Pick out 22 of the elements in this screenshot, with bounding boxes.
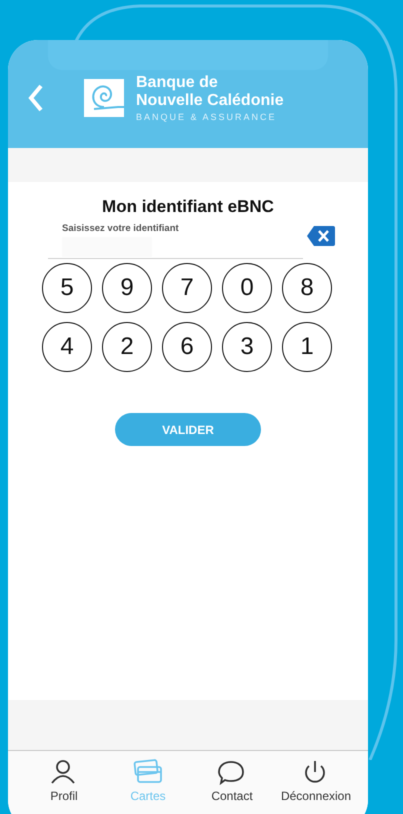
nav-tab[interactable]: Déconnexion — [274, 759, 358, 814]
digit-key[interactable]: 6 — [162, 322, 212, 372]
bank-name: Nouvelle Calédonie — [136, 92, 284, 110]
digit-key[interactable]: 1 — [282, 322, 332, 372]
chat-bubble-icon — [217, 759, 247, 785]
digit-key[interactable]: 7 — [162, 263, 212, 313]
shell-logo-icon — [84, 79, 126, 117]
digit-key[interactable]: 0 — [222, 263, 272, 313]
bank-name: Banque de — [136, 74, 219, 92]
digit-key[interactable]: 8 — [282, 263, 332, 313]
digit-key[interactable]: 9 — [102, 263, 152, 313]
nav-tab[interactable]: Contact — [190, 759, 274, 814]
credit-cards-icon — [133, 759, 163, 785]
bank-tagline: BANQUE & ASSURANCE — [136, 112, 278, 122]
delete-key-icon[interactable] — [307, 225, 335, 247]
nav-tab[interactable]: Profil — [22, 759, 106, 814]
identifier-field[interactable]: Saisissez votre identifiant — [48, 223, 303, 259]
digit-key[interactable]: 4 — [42, 322, 92, 372]
digit-key[interactable]: 3 — [222, 322, 272, 372]
digit-key[interactable]: 2 — [102, 322, 152, 372]
digit-key[interactable]: 5 — [42, 263, 92, 313]
page-title: Mon identifiant eBNC — [102, 197, 274, 217]
